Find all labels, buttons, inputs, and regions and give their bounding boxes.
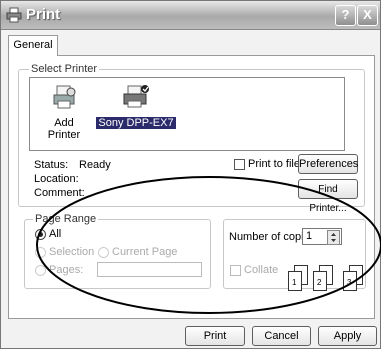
status-value: Ready — [79, 159, 111, 171]
pages-input[interactable] — [97, 262, 202, 277]
collate-page-number: 3 — [347, 278, 352, 287]
printer-icon — [6, 7, 22, 23]
select-printer-legend: Select Printer — [29, 63, 100, 75]
print-button[interactable]: Print — [185, 326, 245, 346]
radio-selection[interactable] — [35, 247, 46, 258]
apply-button[interactable]: Apply — [318, 326, 377, 346]
radio-pages-label[interactable]: Pages: — [49, 264, 83, 276]
collate-page-number: 2 — [317, 278, 322, 287]
location-label: Location: — [34, 173, 79, 185]
window-title: Print — [26, 6, 61, 23]
radio-current-page-label[interactable]: Current Page — [112, 246, 177, 258]
comment-label: Comment: — [34, 187, 85, 199]
print-to-file-label[interactable]: Print to file — [248, 158, 300, 170]
radio-all-label[interactable]: All — [49, 228, 61, 240]
copies-value: 1 — [306, 230, 313, 242]
close-button[interactable]: X — [357, 5, 378, 26]
tab-general[interactable]: General — [8, 35, 58, 56]
printer-list[interactable]: Add Printer Sony DPP-EX7 — [29, 77, 345, 151]
copies-spinner[interactable]: 1 — [302, 228, 342, 245]
printer-icon — [123, 85, 149, 108]
add-printer-icon — [53, 85, 76, 109]
radio-all[interactable] — [35, 229, 46, 240]
printer-item-add[interactable]: Add Printer — [38, 84, 90, 141]
radio-current-page[interactable] — [98, 247, 109, 258]
spinner-arrows-icon[interactable] — [327, 230, 340, 245]
help-button[interactable]: ? — [335, 5, 356, 26]
collate-page-number: 1 — [292, 278, 297, 287]
collate-label[interactable]: Collate — [244, 264, 278, 276]
printer-item-label: Add Printer — [47, 117, 81, 141]
printer-item-sony[interactable]: Sony DPP-EX7 — [96, 84, 176, 129]
print-dialog: Print ? X General Select Printer Add Pri… — [0, 0, 381, 349]
cancel-button[interactable]: Cancel — [252, 326, 311, 346]
preferences-button[interactable]: Preferences — [298, 154, 358, 174]
collate-checkbox[interactable] — [230, 265, 241, 276]
radio-pages[interactable] — [35, 265, 46, 276]
radio-selection-label[interactable]: Selection — [49, 246, 94, 258]
status-label: Status: — [34, 159, 69, 171]
title-bar[interactable]: Print ? X — [1, 1, 380, 30]
print-to-file-checkbox[interactable] — [234, 159, 245, 170]
find-printer-button[interactable]: Find Printer... — [298, 179, 358, 214]
page-range-legend: Page Range — [33, 213, 99, 225]
printer-item-label: Sony DPP-EX7 — [96, 117, 176, 129]
